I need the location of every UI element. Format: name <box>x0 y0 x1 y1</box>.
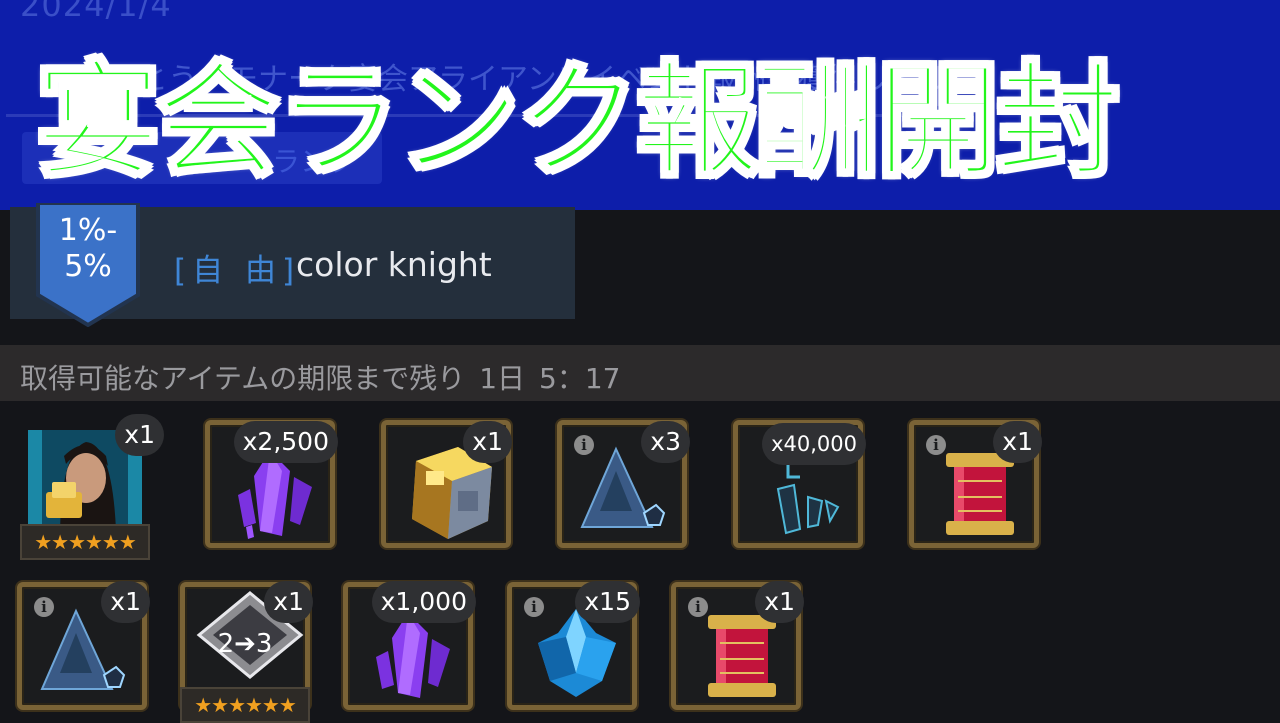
reward-qty: x1,000 <box>371 581 476 623</box>
reward-item[interactable]: x40,000 <box>733 420 866 548</box>
reward-qty: x1 <box>993 421 1042 463</box>
reward-qty: x1 <box>755 581 804 623</box>
reward-item[interactable]: i x1 <box>671 581 804 710</box>
reward-item[interactable]: i x15 <box>507 581 640 710</box>
reward-item[interactable]: x1,000 <box>343 581 476 710</box>
reward-qty: x15 <box>575 581 640 623</box>
star-rating: ★★★★★★ <box>180 687 310 723</box>
reward-qty: x1 <box>115 414 164 456</box>
star-rating: ★★★★★★ <box>20 524 150 560</box>
reward-item[interactable]: i x1 <box>17 581 150 710</box>
reward-qty: x3 <box>641 421 690 463</box>
reward-item[interactable]: x1 <box>381 420 512 548</box>
reward-qty: x1 <box>463 421 512 463</box>
player-name: color knight <box>296 245 492 284</box>
rank-percent: 1%- 5% <box>58 213 118 284</box>
expiry-timer-bar: 取得可能なアイテムの期限まで残り 1日 5：17 <box>0 345 1280 401</box>
expiry-timer-text: 取得可能なアイテムの期限まで残り 1日 5：17 <box>20 362 621 395</box>
alliance-tag: [自 由] <box>174 253 301 289</box>
rank-card: 1%- 5% [自 由] color knight <box>10 203 575 327</box>
reward-item[interactable]: i x1 <box>909 420 1042 548</box>
reward-qty: x40,000 <box>762 423 866 465</box>
reward-qty: x1 <box>264 581 313 623</box>
overlay-title: 宴会ランク報酬開封 <box>34 50 1121 194</box>
rank-up-label: 2➔3 <box>217 629 273 659</box>
reward-item-champion[interactable]: x1 ★★★★★★ <box>20 414 164 560</box>
reward-qty: x2,500 <box>233 421 338 463</box>
reward-qty: x1 <box>101 581 150 623</box>
reward-item[interactable]: i x3 <box>557 420 690 548</box>
event-date: 2024/1/4 <box>20 0 172 24</box>
reward-item[interactable]: x2,500 <box>205 420 338 548</box>
reward-item[interactable]: 2➔3 x1 ★★★★★★ <box>180 581 313 723</box>
